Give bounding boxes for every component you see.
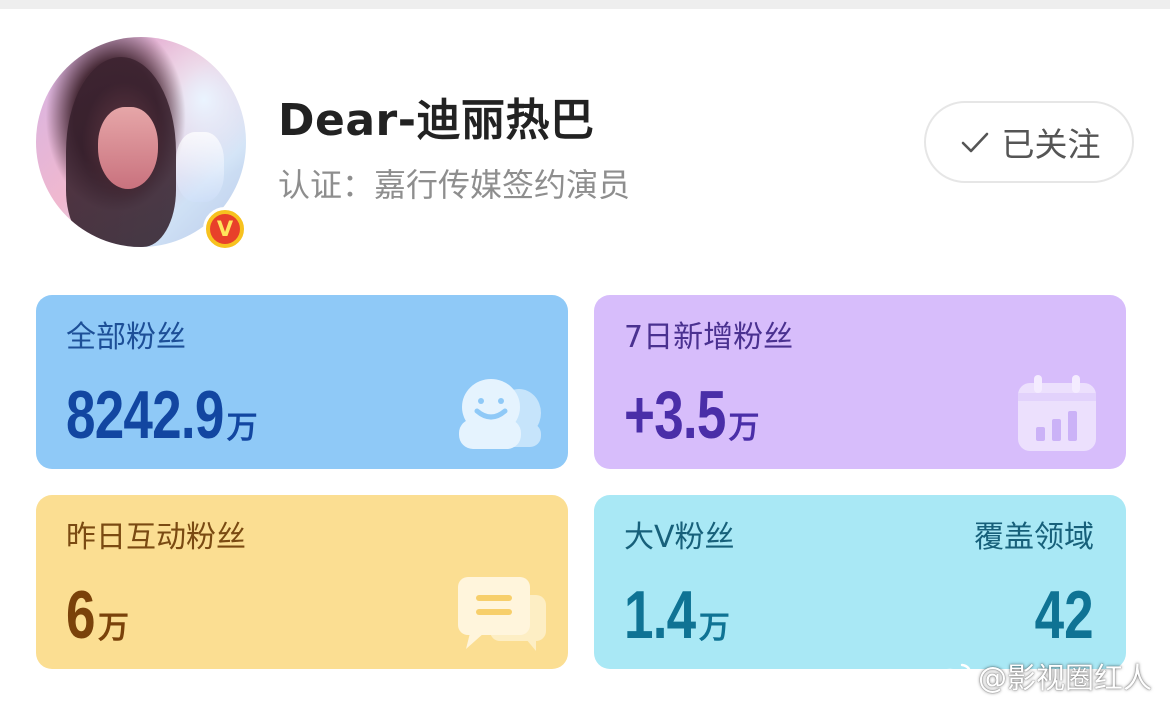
new-fans-card[interactable]: 7日新增粉丝 +3.5 万 (594, 295, 1126, 469)
check-icon (961, 132, 988, 153)
total-fans-label: 全部粉丝 (66, 320, 186, 355)
interactive-fans-unit: 万 (97, 610, 129, 646)
new-fans-value: +3.5 万 (624, 381, 760, 462)
chat-icon (458, 577, 546, 651)
following-button[interactable]: 已关注 (924, 101, 1134, 183)
verification-text: 认证：嘉行传媒签约演员 (278, 166, 631, 204)
bigv-fans-card[interactable]: 大V粉丝 覆盖领域 1.4 万 42 (594, 495, 1126, 669)
calendar-chart-icon (1018, 375, 1096, 451)
username: Dear-迪丽热巴 (278, 95, 595, 146)
following-label: 已关注 (1001, 125, 1101, 164)
top-divider (0, 0, 1170, 9)
watermark: @影视圈红人 (932, 655, 1152, 697)
total-fans-value: 8242.9 万 (66, 381, 258, 462)
total-fans-unit: 万 (226, 410, 258, 446)
total-fans-card[interactable]: 全部粉丝 8242.9 万 (36, 295, 568, 469)
new-fans-label: 7日新增粉丝 (624, 320, 794, 355)
verified-badge-letter: V (210, 214, 240, 244)
watermark-text: @影视圈红人 (978, 661, 1153, 695)
bigv-fans-unit: 万 (698, 610, 730, 646)
coverage-value: 42 (1035, 577, 1094, 653)
bigv-fans-value: 1.4 万 (624, 581, 729, 662)
new-fans-unit: 万 (728, 410, 760, 446)
coverage-label: 覆盖领域 (974, 520, 1094, 555)
fans-icon (459, 379, 541, 449)
interactive-fans-card[interactable]: 昨日互动粉丝 6万 (36, 495, 568, 669)
interactive-fans-value: 6万 (66, 581, 129, 662)
verified-badge-icon: V (203, 207, 247, 251)
interactive-fans-label: 昨日互动粉丝 (66, 520, 246, 555)
bigv-fans-label: 大V粉丝 (624, 520, 735, 555)
weibo-icon (933, 663, 972, 692)
